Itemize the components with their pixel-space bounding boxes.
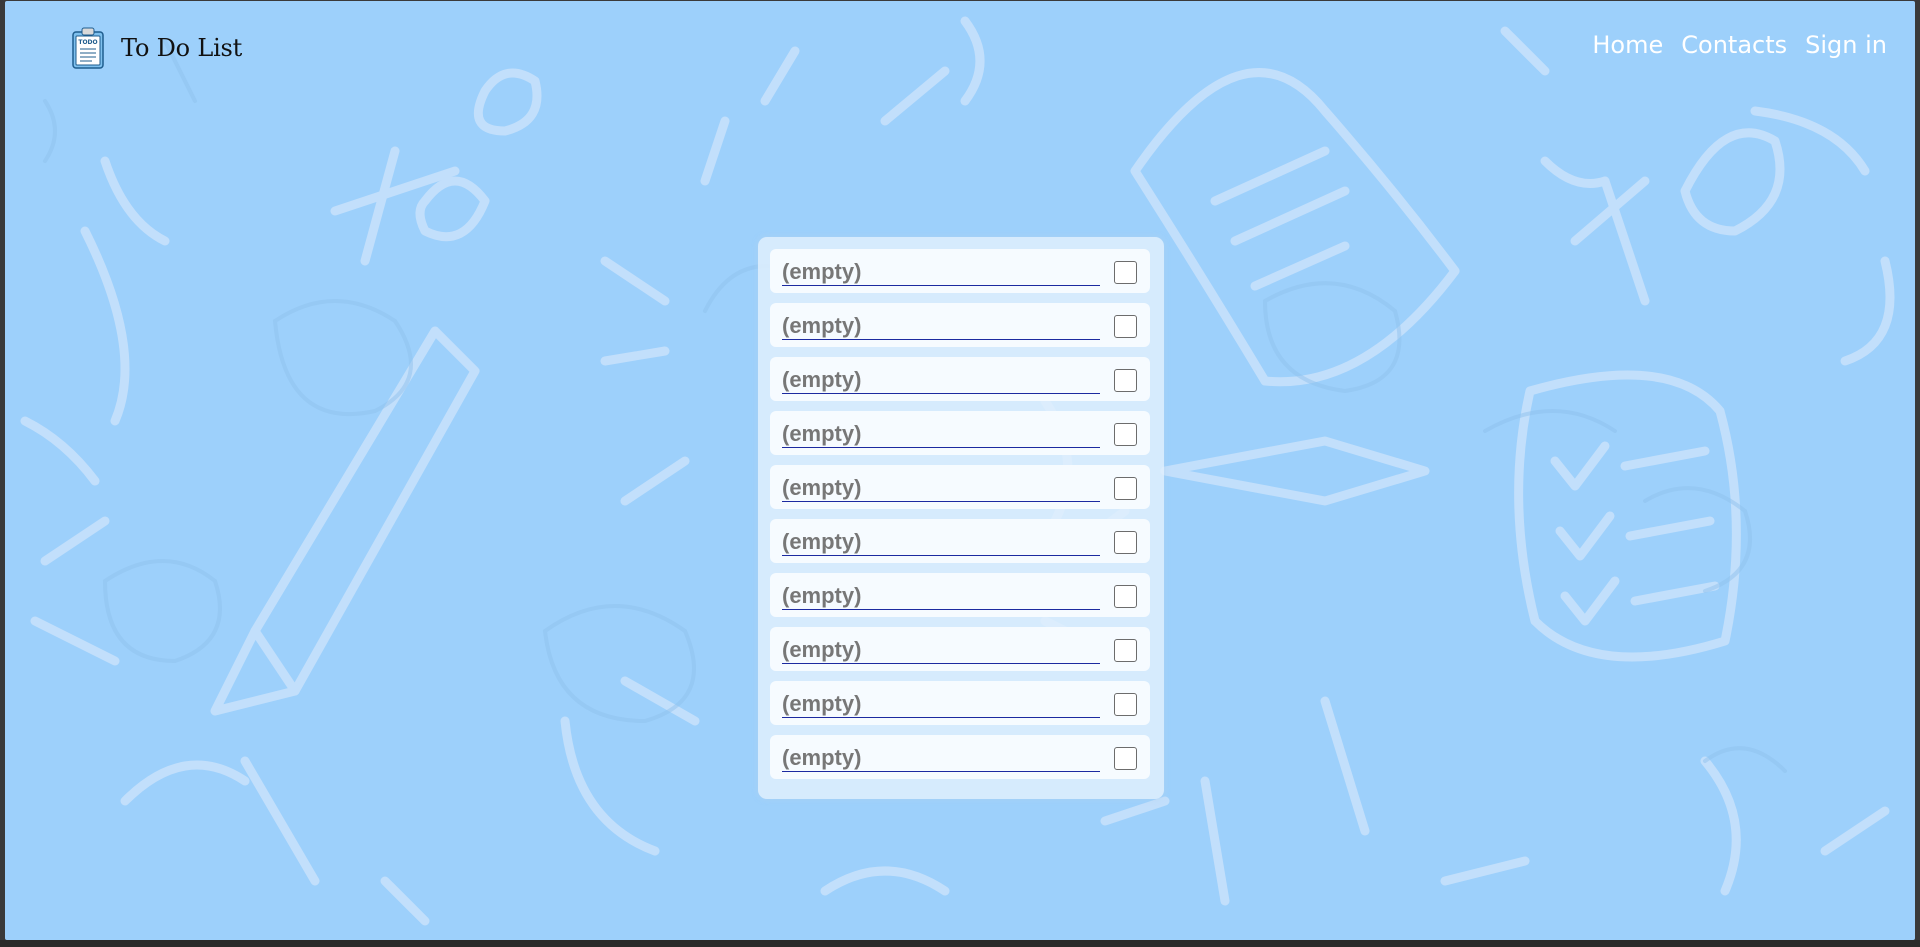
todo-item-9: [770, 681, 1150, 725]
logo-badge-text: TODO: [78, 39, 97, 46]
todo-input[interactable]: [782, 259, 1100, 286]
todo-input[interactable]: [782, 583, 1100, 610]
todo-checkbox[interactable]: [1114, 693, 1137, 716]
nav-contacts-link[interactable]: Contacts: [1681, 31, 1787, 59]
site-logo[interactable]: TODO To Do List: [71, 26, 242, 70]
todo-checkbox[interactable]: [1114, 315, 1137, 338]
todo-item-3: [770, 357, 1150, 401]
todo-list-panel: [758, 237, 1164, 799]
todo-input[interactable]: [782, 313, 1100, 340]
todo-checkbox[interactable]: [1114, 369, 1137, 392]
todo-checkbox[interactable]: [1114, 585, 1137, 608]
todo-item-5: [770, 465, 1150, 509]
todo-checkbox[interactable]: [1114, 423, 1137, 446]
todo-checkbox[interactable]: [1114, 477, 1137, 500]
todo-item-10: [770, 735, 1150, 779]
main-nav: Home Contacts Sign in: [1592, 31, 1887, 59]
todo-input[interactable]: [782, 529, 1100, 556]
todo-checkbox[interactable]: [1114, 261, 1137, 284]
top-navigation-bar: TODO To Do List Home Contacts Sign in: [5, 1, 1915, 91]
todo-item-4: [770, 411, 1150, 455]
nav-home-link[interactable]: Home: [1592, 31, 1663, 59]
todo-checkbox[interactable]: [1114, 531, 1137, 554]
todo-input[interactable]: [782, 691, 1100, 718]
todo-input[interactable]: [782, 367, 1100, 394]
window-bottom-edge: [0, 940, 1920, 947]
todo-checkbox[interactable]: [1114, 639, 1137, 662]
page-background: TODO To Do List Home Contacts Sign in: [5, 1, 1915, 940]
todo-checkbox[interactable]: [1114, 747, 1137, 770]
todo-input[interactable]: [782, 745, 1100, 772]
todo-item-2: [770, 303, 1150, 347]
nav-sign-in-link[interactable]: Sign in: [1805, 31, 1887, 59]
todo-item-7: [770, 573, 1150, 617]
todo-item-8: [770, 627, 1150, 671]
todo-input[interactable]: [782, 421, 1100, 448]
todo-item-1: [770, 249, 1150, 293]
app-title: To Do List: [121, 34, 243, 62]
todo-item-6: [770, 519, 1150, 563]
todo-input[interactable]: [782, 637, 1100, 664]
todo-input[interactable]: [782, 475, 1100, 502]
clipboard-todo-icon: TODO: [72, 27, 104, 69]
